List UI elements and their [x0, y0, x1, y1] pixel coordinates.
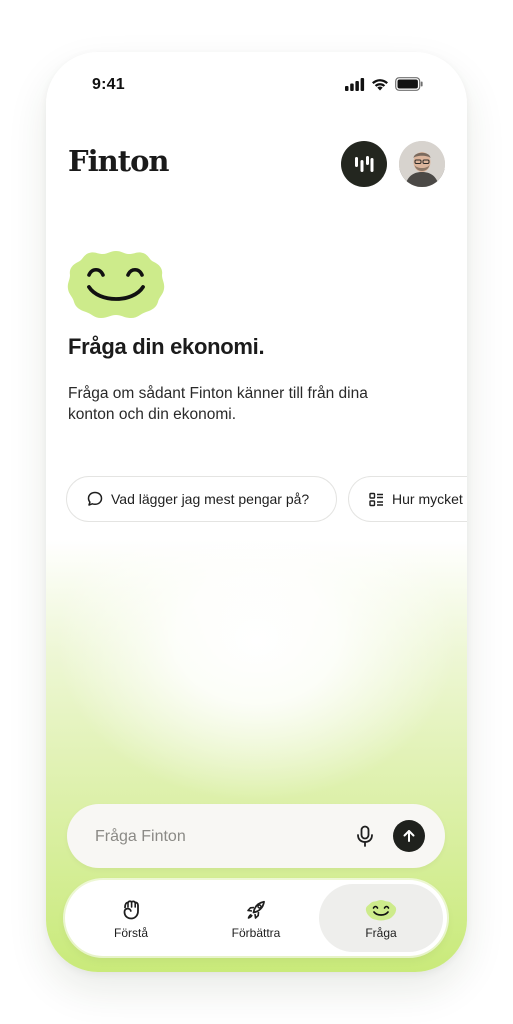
user-avatar[interactable]	[399, 141, 445, 187]
suggestion-chip[interactable]: Vad lägger jag mest pengar på?	[66, 476, 337, 522]
list-icon	[369, 492, 383, 506]
nav-label: Förbättra	[231, 925, 281, 940]
page-description: Fråga om sådant Finton känner till från …	[68, 385, 368, 423]
phone-screen: 9:41 Finton Fråga din ekonomi. Fråga om …	[46, 52, 467, 972]
fist-icon	[123, 899, 139, 919]
chat-bubble-icon	[87, 491, 103, 506]
arrow-up-icon	[403, 830, 415, 842]
ask-input[interactable]	[93, 822, 327, 852]
bottom-navigation: Förstå Förbättra Fråga	[65, 880, 447, 956]
finton-logo: Finton	[68, 144, 170, 178]
suggestion-chip[interactable]: Hur mycket	[348, 476, 467, 522]
voice-mode-button[interactable]	[341, 141, 387, 187]
avatar-photo-icon	[399, 141, 445, 187]
status-bar: 9:41	[46, 72, 467, 96]
microphone-icon[interactable]	[353, 824, 377, 848]
suggestion-chip-label: Vad lägger jag mest pengar på?	[111, 491, 310, 507]
suggestion-chip-label: Hur mycket	[392, 491, 463, 507]
nav-label: Förstå	[113, 925, 148, 940]
suggestion-chips: Vad lägger jag mest pengar på? Hur mycke…	[66, 476, 467, 524]
smile-icon	[365, 899, 397, 920]
signal-icon	[345, 77, 365, 91]
battery-icon	[395, 77, 423, 91]
page-title: Fråga din ekonomi.	[68, 334, 265, 359]
rocket-icon	[247, 900, 265, 919]
ask-input-bar	[67, 804, 445, 868]
nav-item-fraga[interactable]: Fråga	[319, 884, 443, 952]
status-icons	[345, 77, 423, 91]
nav-item-forbattra[interactable]: Förbättra	[194, 884, 318, 952]
smiley-mascot-icon	[67, 251, 165, 318]
nav-item-forsta[interactable]: Förstå	[69, 884, 193, 952]
voice-wave-icon	[355, 156, 374, 172]
nav-label: Fråga	[365, 925, 397, 940]
send-button[interactable]	[393, 820, 425, 852]
status-time: 9:41	[92, 76, 125, 93]
wifi-icon	[372, 78, 388, 90]
